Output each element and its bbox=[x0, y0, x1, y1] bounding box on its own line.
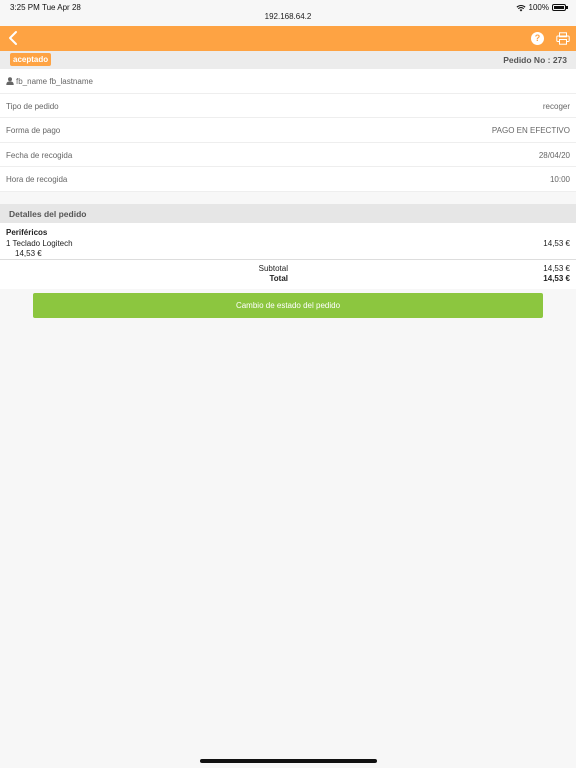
status-date: Tue Apr 28 bbox=[42, 3, 81, 12]
info-value: recoger bbox=[542, 101, 570, 111]
info-value: PAGO EN EFECTIVO bbox=[491, 126, 570, 135]
customer-name: fb_name fb_lastname bbox=[16, 77, 93, 86]
category-name: Periféricos bbox=[6, 228, 48, 237]
divider bbox=[0, 259, 576, 260]
help-icon[interactable]: ? bbox=[531, 32, 544, 45]
info-row-order-type: Tipo de pedido recoger bbox=[0, 94, 576, 118]
info-row-pickup-time: Hora de recogida 10:00 bbox=[0, 167, 576, 192]
order-info: fb_name fb_lastname Tipo de pedido recog… bbox=[0, 69, 576, 192]
subtotal-value: 14,53 € bbox=[543, 264, 570, 273]
status-time: 3:25 PM bbox=[10, 3, 40, 12]
battery-icon bbox=[552, 4, 568, 11]
print-icon[interactable] bbox=[556, 32, 570, 45]
wifi-icon bbox=[516, 4, 526, 11]
order-details: Periféricos 1 Teclado Logitech 14,53 € 1… bbox=[0, 223, 576, 289]
home-indicator bbox=[200, 759, 377, 763]
info-row-payment: Forma de pago PAGO EN EFECTIVO bbox=[0, 118, 576, 143]
status-right: 100% bbox=[516, 3, 568, 12]
status-badge: aceptado bbox=[10, 53, 52, 66]
total-label: Total bbox=[269, 274, 288, 283]
change-status-button[interactable]: Cambio de estado del pedido bbox=[33, 293, 543, 318]
info-label: Hora de recogida bbox=[6, 175, 68, 184]
status-bar: 3:25 PM Tue Apr 28 192.168.64.2 100% bbox=[0, 0, 576, 26]
info-row-pickup-date: Fecha de recogida 28/04/20 bbox=[0, 143, 576, 167]
battery-percent: 100% bbox=[528, 3, 549, 12]
nav-bar: ? bbox=[0, 26, 576, 51]
details-title: Detalles del pedido bbox=[9, 209, 87, 219]
customer-label: fb_name fb_lastname bbox=[6, 77, 93, 86]
info-label: Tipo de pedido bbox=[6, 101, 59, 111]
details-header: Detalles del pedido bbox=[0, 204, 576, 223]
item-price: 14,53 € bbox=[543, 239, 570, 248]
customer-row: fb_name fb_lastname bbox=[0, 69, 576, 94]
item-unit-price: 14,53 € bbox=[15, 249, 42, 258]
subtotal-label: Subtotal bbox=[258, 264, 288, 273]
total-value: 14,53 € bbox=[543, 274, 570, 283]
order-header: aceptado Pedido No : 273 bbox=[0, 51, 576, 69]
person-icon bbox=[6, 77, 14, 85]
url-bar[interactable]: 192.168.64.2 bbox=[0, 12, 576, 21]
info-value: 28/04/20 bbox=[538, 150, 570, 160]
info-label: Fecha de recogida bbox=[6, 150, 73, 160]
item-line: 1 Teclado Logitech bbox=[6, 239, 73, 248]
info-label: Forma de pago bbox=[6, 126, 61, 135]
chevron-left-icon[interactable] bbox=[6, 30, 22, 46]
order-number: Pedido No : 273 bbox=[503, 55, 567, 65]
info-value: 10:00 bbox=[549, 175, 570, 184]
